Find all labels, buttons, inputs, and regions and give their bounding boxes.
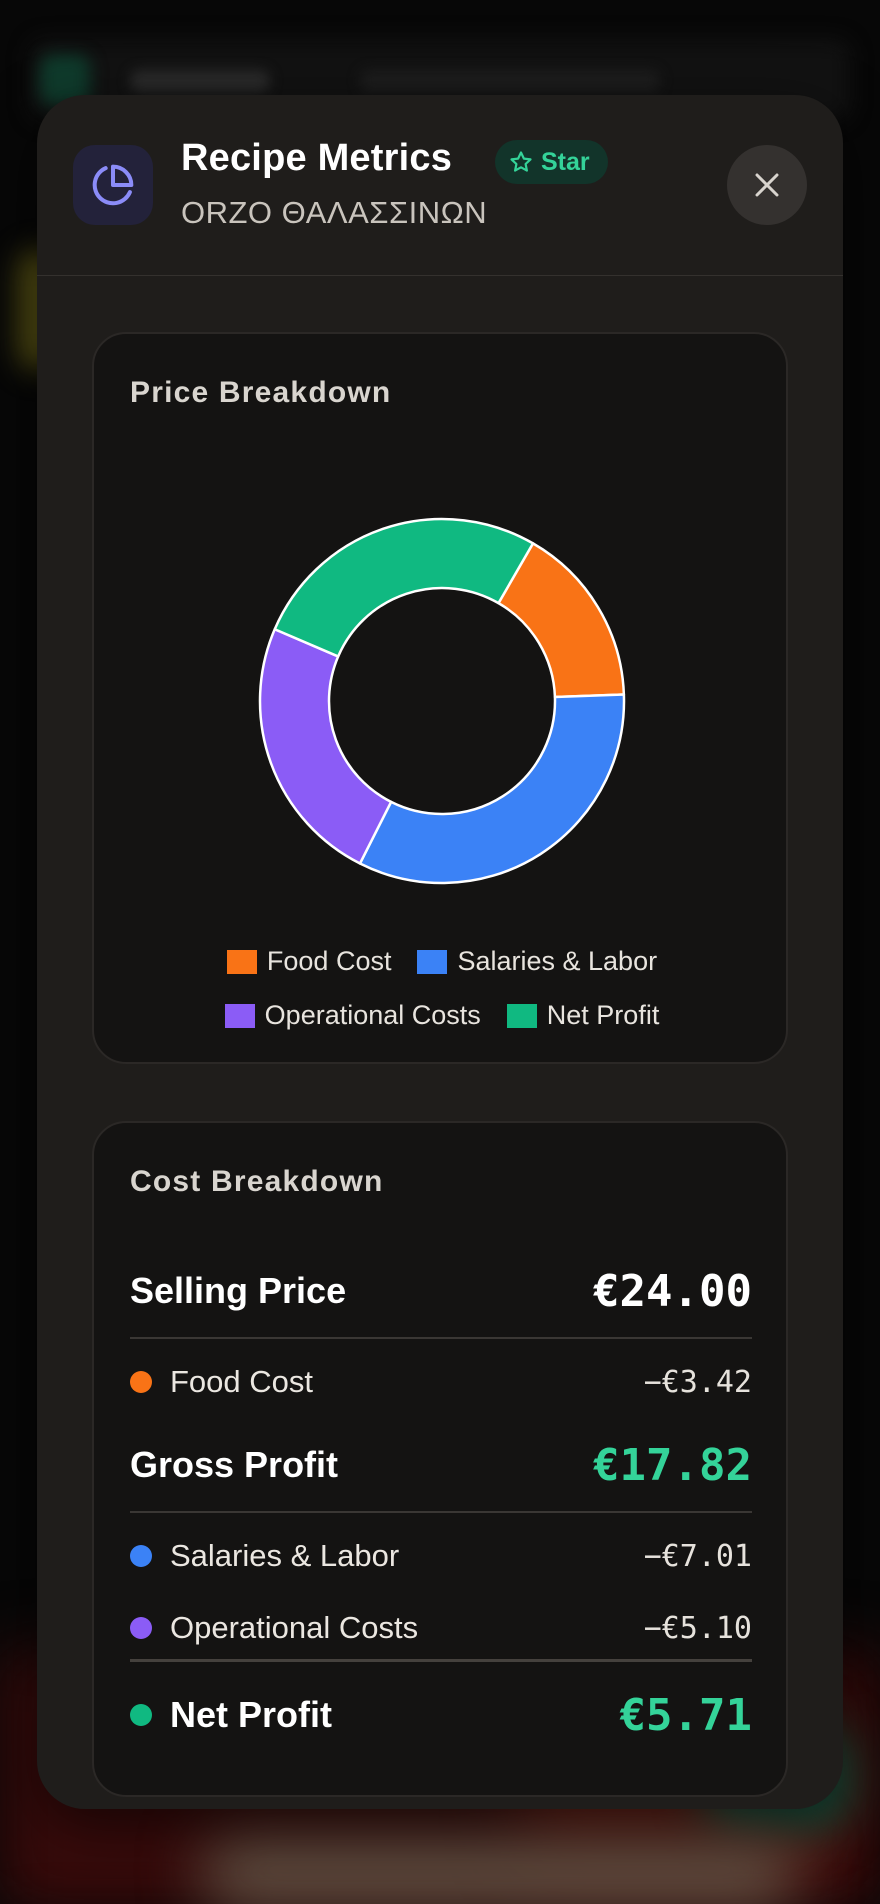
legend-swatch-food-cost bbox=[226, 949, 257, 974]
divider bbox=[130, 1511, 752, 1513]
operational-label: Operational Costs bbox=[170, 1610, 419, 1645]
legend-label-operational-costs: Operational Costs bbox=[264, 1000, 481, 1030]
divider bbox=[130, 1659, 752, 1662]
salaries-label: Salaries & Labor bbox=[170, 1538, 400, 1573]
legend-swatch-operational-costs bbox=[224, 1003, 255, 1028]
star-badge[interactable]: Star bbox=[495, 140, 608, 184]
legend-swatch-salaries-labor bbox=[417, 949, 448, 974]
donut-slice-operational-costs[interactable] bbox=[258, 627, 393, 865]
pie-chart-icon bbox=[73, 145, 153, 225]
divider bbox=[130, 1337, 752, 1339]
modal-header: Recipe Metrics Star ORZO ΘΑΛΑΣΣΙΝΩΝ bbox=[37, 95, 843, 276]
recipe-name: ORZO ΘΑΛΑΣΣΙΝΩΝ bbox=[181, 195, 488, 230]
operational-dot bbox=[130, 1617, 152, 1639]
gross-profit-label: Gross Profit bbox=[130, 1444, 339, 1485]
price-breakdown-card: Price Breakdown Food Cost Salaries & Lab… bbox=[92, 332, 788, 1064]
legend-item-food-cost[interactable]: Food Cost bbox=[226, 946, 392, 977]
legend-item-operational-costs[interactable]: Operational Costs bbox=[224, 1000, 481, 1031]
food-cost-row: Food Cost −€3.42 bbox=[130, 1357, 752, 1407]
donut-slice-net-profit[interactable] bbox=[273, 517, 535, 658]
close-button[interactable] bbox=[727, 145, 807, 225]
food-cost-value: −€3.42 bbox=[643, 1364, 752, 1400]
modal-title: Recipe Metrics bbox=[181, 137, 453, 179]
recipe-metrics-modal: Recipe Metrics Star ORZO ΘΑΛΑΣΣΙΝΩΝ Pric… bbox=[37, 95, 843, 1809]
salaries-label-wrap: Salaries & Labor bbox=[130, 1538, 399, 1574]
legend-label-net-profit: Net Profit bbox=[546, 1000, 660, 1030]
chart-legend-row-2: Operational Costs Net Profit bbox=[94, 1000, 790, 1031]
selling-price-row: Selling Price €24.00 bbox=[130, 1261, 752, 1321]
operational-value: −€5.10 bbox=[643, 1610, 752, 1646]
legend-label-food-cost: Food Cost bbox=[266, 946, 392, 976]
legend-item-salaries-labor[interactable]: Salaries & Labor bbox=[417, 946, 657, 977]
food-cost-dot bbox=[130, 1371, 152, 1393]
net-profit-dot bbox=[130, 1704, 152, 1726]
donut-slice-salaries-labor[interactable] bbox=[358, 693, 626, 885]
net-profit-label: Net Profit bbox=[170, 1694, 332, 1735]
salaries-labor-row: Salaries & Labor −€7.01 bbox=[130, 1531, 752, 1581]
selling-price-value: €24.00 bbox=[593, 1265, 752, 1317]
net-profit-row: Net Profit €5.71 bbox=[130, 1685, 752, 1745]
gross-profit-row: Gross Profit €17.82 bbox=[130, 1435, 752, 1495]
legend-label-salaries-labor: Salaries & Labor bbox=[457, 946, 658, 976]
food-cost-label: Food Cost bbox=[170, 1364, 314, 1399]
star-icon bbox=[510, 151, 532, 172]
selling-price-label: Selling Price bbox=[130, 1270, 347, 1311]
food-cost-label-wrap: Food Cost bbox=[130, 1364, 313, 1400]
operational-costs-row: Operational Costs −€5.10 bbox=[130, 1603, 752, 1653]
chart-legend-row-1: Food Cost Salaries & Labor bbox=[94, 946, 790, 977]
star-label: Star bbox=[541, 147, 590, 176]
net-profit-label-wrap: Net Profit bbox=[130, 1694, 332, 1736]
legend-swatch-net-profit bbox=[506, 1003, 537, 1028]
salaries-value: −€7.01 bbox=[643, 1538, 752, 1574]
close-icon bbox=[755, 173, 779, 197]
legend-item-net-profit[interactable]: Net Profit bbox=[506, 1000, 660, 1031]
cost-breakdown-title: Cost Breakdown bbox=[130, 1165, 384, 1198]
gross-profit-value: €17.82 bbox=[593, 1439, 752, 1491]
operational-label-wrap: Operational Costs bbox=[130, 1610, 418, 1646]
cost-breakdown-card: Cost Breakdown Selling Price €24.00 Food… bbox=[92, 1121, 788, 1797]
net-profit-value: €5.71 bbox=[619, 1689, 752, 1741]
salaries-dot bbox=[130, 1545, 152, 1567]
